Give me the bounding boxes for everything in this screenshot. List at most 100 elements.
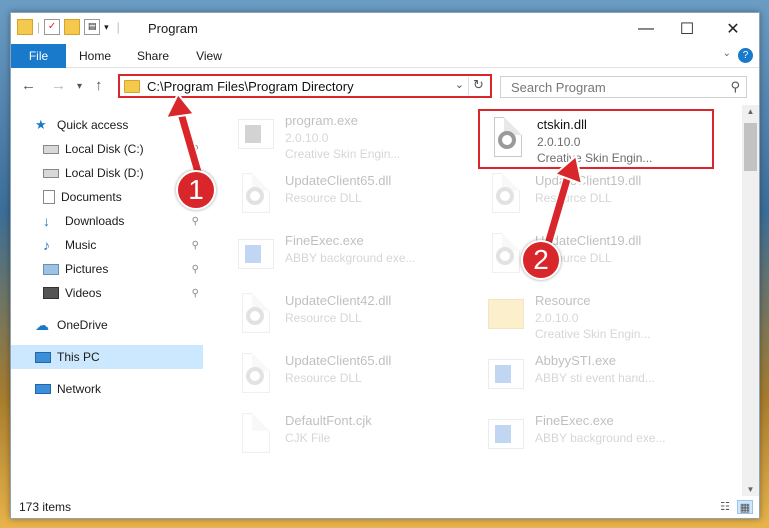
file-name: UpdateClient65.dll [285, 353, 392, 368]
tab-share[interactable]: Share [131, 44, 175, 68]
file-name: DefaultFont.cjk [285, 413, 372, 428]
sidebar-item-label: Downloads [65, 214, 125, 228]
scroll-up-icon[interactable]: ▲ [742, 107, 759, 116]
view-options-icon[interactable]: ▤ [84, 19, 101, 35]
dll-file-icon [490, 117, 526, 161]
search-icon[interactable]: ⚲ [730, 79, 740, 95]
dll-file-icon [238, 173, 274, 217]
explorer-window: | ✓ ▤ ▾ | Program — ☐ ✕ File Home Share … [10, 12, 760, 519]
exe-file-icon [488, 353, 524, 397]
download-icon: ↓ [43, 213, 50, 229]
file-name: FineExec.exe [285, 233, 364, 248]
file-item[interactable]: UpdateClient19.dll Resource DLL [478, 225, 718, 285]
sidebar-item-label: Documents [61, 190, 122, 204]
sidebar-item-label: This PC [57, 350, 100, 364]
star-icon: ★ [35, 117, 47, 132]
exe-file-icon [238, 233, 274, 277]
file-item[interactable]: UpdateClient65.dll Resource DLL [228, 345, 468, 405]
large-icons-view-icon[interactable]: ▦ [737, 500, 753, 514]
tab-view[interactable]: View [189, 44, 229, 68]
folder-icon [124, 80, 140, 93]
file-name: program.exe [285, 113, 358, 128]
sidebar-item-videos[interactable]: Videos ⚲ [11, 281, 203, 305]
properties-icon[interactable]: ✓ [44, 19, 61, 35]
tab-home[interactable]: Home [73, 44, 117, 68]
sidebar-item-label: Network [57, 382, 102, 396]
cloud-icon: ☁ [35, 317, 49, 333]
chevron-down-icon[interactable]: ▾ [104, 22, 109, 33]
refresh-icon[interactable]: ↻ [468, 77, 488, 95]
sidebar-item-onedrive[interactable]: ☁ OneDrive [11, 313, 203, 337]
window-title: Program [148, 21, 198, 36]
sidebar-item-this-pc[interactable]: This PC [11, 345, 203, 369]
generic-file-icon [238, 413, 274, 457]
file-item-ctskin[interactable]: ctskin.dll 2.0.10.0 Creative Skin Engin.… [478, 109, 714, 169]
scroll-down-icon[interactable]: ▼ [742, 485, 759, 494]
file-item[interactable]: program.exe 2.0.10.0 Creative Skin Engin… [228, 105, 468, 165]
tab-file[interactable]: File [11, 44, 66, 68]
expand-ribbon-icon[interactable]: ⌄ [723, 48, 731, 59]
forward-arrow-icon[interactable]: → [51, 77, 66, 94]
sidebar-item-local-disk-d[interactable]: Local Disk (D:) [11, 161, 203, 185]
item-count: 173 items [19, 500, 72, 514]
file-name: UpdateClient65.dll [285, 173, 392, 188]
sidebar-item-label: Local Disk (D:) [65, 166, 144, 180]
close-button[interactable]: ✕ [710, 13, 756, 44]
computer-icon [35, 351, 51, 363]
minimize-button[interactable]: — [623, 13, 669, 44]
recent-locations-icon[interactable]: ▾ [77, 81, 82, 92]
file-item[interactable]: AbbyySTI.exe ABBY sti event hand... [478, 345, 718, 405]
file-description: Creative Skin Engin... [285, 147, 401, 161]
sidebar-item-documents[interactable]: Documents ⚲ [11, 185, 203, 209]
file-version: ABBY sti event hand... [535, 371, 655, 385]
dll-file-icon [488, 173, 524, 217]
file-description: Creative Skin Engin... [535, 327, 651, 341]
file-item[interactable]: UpdateClient19.dll Resource DLL [478, 165, 718, 225]
sidebar-item-label: Videos [65, 286, 102, 300]
pin-icon: ⚲ [191, 215, 199, 227]
file-item[interactable]: FineExec.exe ABBY background exe... [478, 405, 718, 465]
address-row: ← → ▾ ↑ C:\Program Files\Program Directo… [11, 71, 759, 103]
exe-file-icon [238, 113, 274, 157]
pictures-icon [43, 263, 59, 275]
pin-icon: ⚲ [191, 287, 199, 299]
address-bar[interactable]: C:\Program Files\Program Directory ⌄ ↻ [118, 74, 492, 98]
sidebar-item-music[interactable]: ♪ Music ⚲ [11, 233, 203, 257]
sidebar-item-label: Local Disk (C:) [65, 142, 144, 156]
up-arrow-icon[interactable]: ↑ [95, 77, 103, 94]
details-view-icon[interactable]: ☷ [717, 500, 733, 514]
ribbon-tabs: File Home Share View ⌄ ? [11, 44, 759, 68]
file-item[interactable]: DefaultFont.cjk CJK File [228, 405, 468, 465]
file-version: 2.0.10.0 [535, 311, 579, 325]
videos-icon [43, 287, 59, 299]
back-arrow-icon[interactable]: ← [21, 77, 36, 94]
file-item[interactable]: Resource 2.0.10.0 Creative Skin Engin... [478, 285, 718, 345]
search-input[interactable]: Search Program ⚲ [500, 76, 747, 98]
file-version: Resource DLL [285, 371, 362, 385]
title-bar: | ✓ ▤ ▾ | Program — ☐ ✕ [11, 13, 759, 44]
sidebar-item-quick-access[interactable]: ★ Quick access [11, 113, 203, 137]
file-version: 2.0.10.0 [537, 135, 581, 149]
drive-icon [43, 144, 59, 154]
file-description: Creative Skin Engin... [537, 151, 653, 165]
sidebar-item-label: OneDrive [57, 318, 108, 332]
file-item[interactable]: UpdateClient65.dll Resource DLL [228, 165, 468, 225]
file-item[interactable]: UpdateClient42.dll Resource DLL [228, 285, 468, 345]
chevron-down-icon[interactable]: ⌄ [455, 78, 464, 91]
scrollbar-thumb[interactable] [744, 123, 757, 171]
sidebar-item-network[interactable]: Network [11, 377, 203, 401]
exe-file-icon [488, 413, 524, 457]
sidebar-item-local-disk-c[interactable]: Local Disk (C:) ⚲ [11, 137, 203, 161]
vertical-scrollbar[interactable]: ▲ ▼ [742, 105, 759, 496]
file-item[interactable]: FineExec.exe ABBY background exe... [228, 225, 468, 285]
sidebar-item-pictures[interactable]: Pictures ⚲ [11, 257, 203, 281]
music-icon: ♪ [43, 237, 50, 253]
maximize-button[interactable]: ☐ [664, 13, 710, 44]
help-icon[interactable]: ? [738, 48, 753, 63]
pin-icon: ⚲ [191, 263, 199, 275]
file-version: Resource DLL [535, 191, 612, 205]
sidebar-item-label: Pictures [65, 262, 109, 276]
address-path: C:\Program Files\Program Directory [147, 79, 354, 94]
new-folder-icon[interactable] [64, 19, 81, 35]
sidebar-item-downloads[interactable]: ↓ Downloads ⚲ [11, 209, 203, 233]
